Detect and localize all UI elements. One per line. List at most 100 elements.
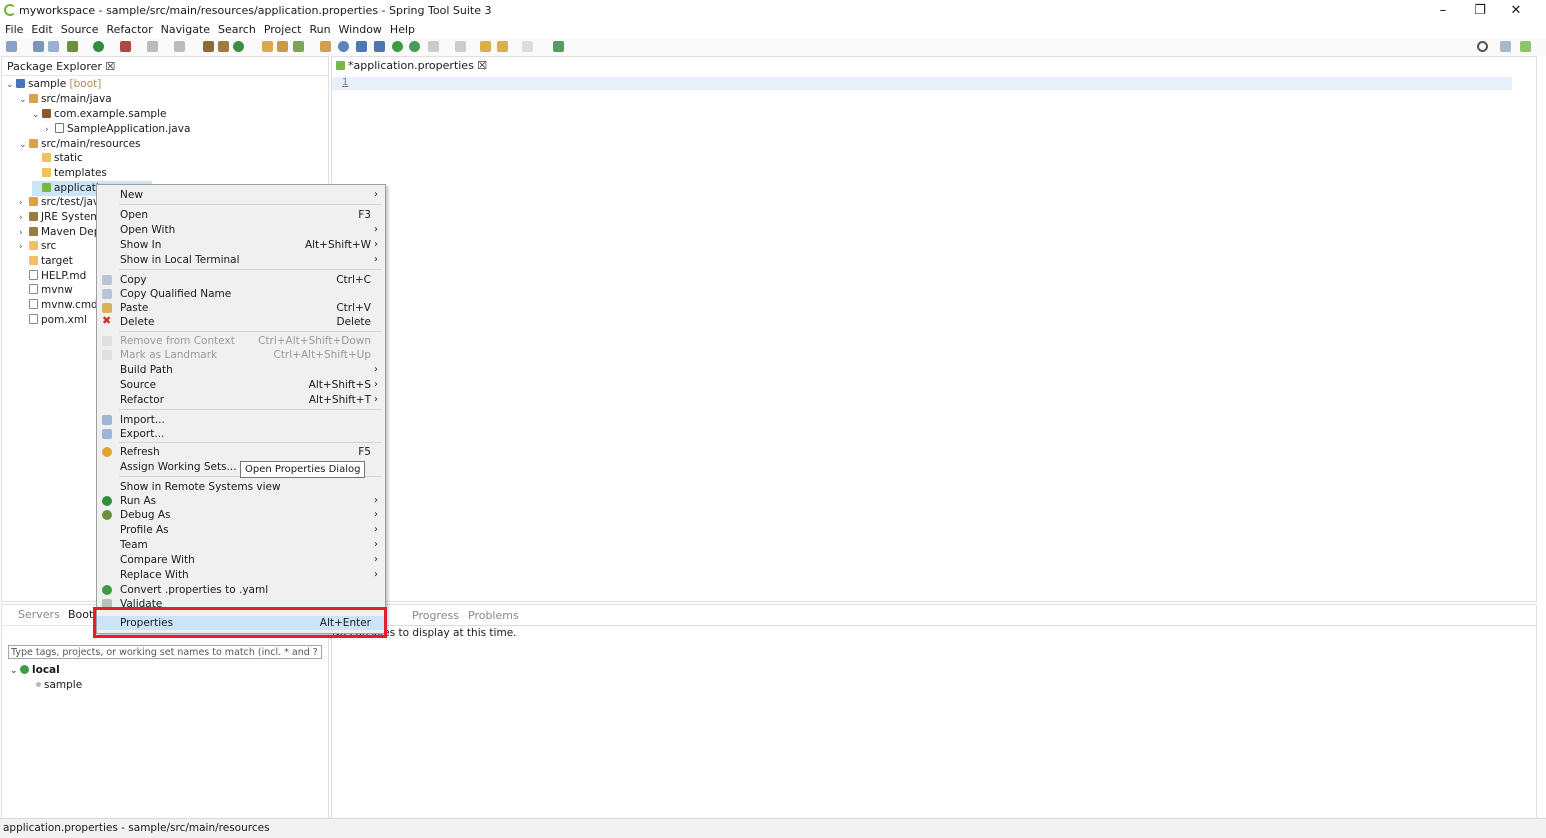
menu-item-show-in[interactable]: Show In Alt+Shift+W › (97, 238, 385, 252)
folder-icon[interactable] (320, 41, 331, 52)
menu-run[interactable]: Run (305, 22, 334, 38)
chevron-right-icon[interactable]: › (19, 211, 29, 226)
menu-item-convert-to-yaml[interactable]: Convert .properties to .yaml (97, 583, 385, 597)
menu-window[interactable]: Window (335, 22, 386, 38)
tree-item-static[interactable]: static (32, 151, 83, 166)
refresh-spring-icon[interactable] (409, 41, 420, 52)
coverage-icon[interactable] (174, 41, 185, 52)
pin-editor-icon[interactable] (553, 41, 564, 52)
menu-item-team[interactable]: Team › (97, 538, 385, 552)
menu-source[interactable]: Source (57, 22, 103, 38)
boot-filter-input[interactable]: Type tags, projects, or working set name… (8, 645, 322, 659)
new-package-icon[interactable] (218, 41, 229, 52)
menu-item-show-in-remote-systems[interactable]: Show in Remote Systems view (97, 480, 385, 494)
terminal-icon[interactable] (356, 41, 367, 52)
menu-navigate[interactable]: Navigate (157, 22, 214, 38)
tree-item-sample-application[interactable]: › SampleApplication.java (45, 122, 190, 137)
new-class-icon[interactable] (233, 41, 244, 52)
search-tool-icon[interactable] (293, 41, 304, 52)
back-icon[interactable] (480, 41, 491, 52)
chevron-right-icon[interactable]: › (19, 196, 29, 211)
chevron-down-icon[interactable]: ⌄ (6, 78, 16, 93)
menu-project[interactable]: Project (260, 22, 306, 38)
tree-item-src[interactable]: › src (19, 239, 56, 254)
next-edit-icon[interactable] (522, 41, 533, 52)
editor-tab-application-properties[interactable]: *application.properties ☒ (332, 57, 496, 77)
new-java-project-icon[interactable] (203, 41, 214, 52)
tree-item-templates[interactable]: templates (32, 166, 107, 181)
chevron-down-icon[interactable]: ⌄ (10, 664, 20, 679)
tree-item-package[interactable]: ⌄ com.example.sample (32, 107, 166, 122)
menu-item-open[interactable]: Open F3 (97, 208, 385, 222)
chevron-right-icon[interactable]: › (45, 123, 55, 138)
search-icon[interactable] (1477, 41, 1488, 52)
menu-item-refactor[interactable]: Refactor Alt+Shift+T › (97, 393, 385, 407)
open-perspective-icon[interactable] (1500, 41, 1511, 52)
tab-progress[interactable]: Progress (412, 609, 459, 622)
menu-item-run-as[interactable]: Run As › (97, 494, 385, 508)
external-tools-icon[interactable] (120, 41, 131, 52)
menu-refactor[interactable]: Refactor (103, 22, 157, 38)
menu-item-show-in-local-terminal[interactable]: Show in Local Terminal › (97, 253, 385, 267)
menu-item-copy[interactable]: Copy Ctrl+C (97, 273, 385, 287)
tree-item-pom-xml[interactable]: pom.xml (19, 313, 87, 328)
tree-item-maven-dependencies[interactable]: › Maven Dep (19, 225, 100, 240)
menu-item-source[interactable]: Source Alt+Shift+S › (97, 378, 385, 392)
minimize-button[interactable]: – (1425, 0, 1461, 22)
tree-item-sample[interactable]: ⌄ sample [boot] (6, 77, 101, 92)
save-icon[interactable] (33, 41, 44, 52)
chevron-down-icon[interactable]: ⌄ (32, 108, 42, 123)
tree-item-src-test-java[interactable]: › src/test/java (19, 195, 106, 210)
restore-button[interactable]: ❐ (1462, 0, 1498, 22)
tree-item-mvnw[interactable]: mvnw (19, 283, 73, 298)
tab-boot-dashboard[interactable]: Boot (68, 608, 93, 621)
tree-item-help-md[interactable]: HELP.md (19, 269, 86, 284)
menu-file[interactable]: File (0, 22, 27, 38)
save-all-icon[interactable] (48, 41, 59, 52)
chevron-down-icon[interactable]: ⌄ (19, 138, 29, 153)
forward-icon[interactable] (497, 41, 508, 52)
boot-dashboard-icon[interactable] (392, 41, 403, 52)
menu-item-remove-from-context[interactable]: Remove from Context Ctrl+Alt+Shift+Down (97, 334, 385, 348)
menu-edit[interactable]: Edit (27, 22, 56, 38)
debug-icon[interactable] (67, 41, 78, 52)
menu-item-import[interactable]: Import... (97, 413, 385, 427)
chevron-right-icon[interactable]: › (19, 240, 29, 255)
menu-item-debug-as[interactable]: Debug As › (97, 508, 385, 522)
menu-item-profile-as[interactable]: Profile As › (97, 523, 385, 537)
new-icon[interactable] (6, 41, 17, 52)
menu-search[interactable]: Search (214, 22, 260, 38)
browser-icon[interactable] (338, 41, 349, 52)
editor-area[interactable]: *application.properties ☒ 1 (331, 56, 1537, 602)
run-icon[interactable] (93, 41, 104, 52)
stop-icon[interactable] (147, 41, 158, 52)
tree-item-local[interactable]: ⌄ local (10, 663, 60, 678)
tree-item-sample-app[interactable]: sample (36, 678, 82, 693)
chevron-down-icon[interactable]: ⌄ (19, 93, 29, 108)
menu-help[interactable]: Help (386, 22, 419, 38)
tree-item-src-main-resources[interactable]: ⌄ src/main/resources (19, 137, 141, 152)
menu-item-build-path[interactable]: Build Path › (97, 363, 385, 377)
menu-item-replace-with[interactable]: Replace With › (97, 568, 385, 582)
menu-item-new[interactable]: New › (97, 188, 385, 202)
menu-item-paste[interactable]: Paste Ctrl+V (97, 301, 385, 315)
package-explorer-tab[interactable]: Package Explorer ☒ (2, 57, 328, 76)
annotation-prev-icon[interactable] (455, 41, 466, 52)
menu-item-refresh[interactable]: Refresh F5 (97, 445, 385, 459)
menu-item-delete[interactable]: ✖ Delete Delete (97, 315, 385, 329)
tree-item-mvnw-cmd[interactable]: mvnw.cmd (19, 298, 98, 313)
menu-item-mark-as-landmark[interactable]: Mark as Landmark Ctrl+Alt+Shift+Up (97, 348, 385, 362)
spring-perspective-icon[interactable] (1520, 41, 1531, 52)
open-type-icon[interactable] (262, 41, 273, 52)
tree-item-src-main-java[interactable]: ⌄ src/main/java (19, 92, 112, 107)
annotation-next-icon[interactable] (428, 41, 439, 52)
tab-problems[interactable]: Problems (468, 609, 519, 622)
menu-item-export[interactable]: Export... (97, 427, 385, 441)
menu-item-open-with[interactable]: Open With › (97, 223, 385, 237)
open-task-icon[interactable] (277, 41, 288, 52)
tree-item-jre-system[interactable]: › JRE System (19, 210, 101, 225)
pin-icon[interactable] (374, 41, 385, 52)
tab-servers[interactable]: Servers (18, 608, 60, 621)
menu-item-compare-with[interactable]: Compare With › (97, 553, 385, 567)
close-button[interactable]: ✕ (1498, 0, 1534, 22)
